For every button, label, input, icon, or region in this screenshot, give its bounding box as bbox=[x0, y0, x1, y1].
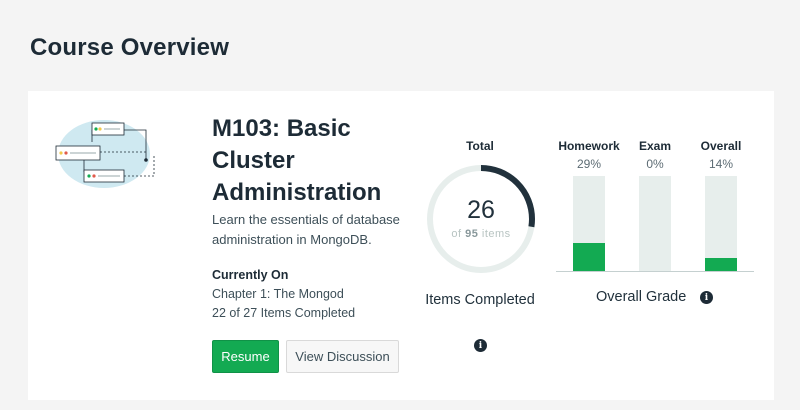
items-of-total: of 95 items bbox=[425, 228, 537, 240]
page-title: Course Overview bbox=[30, 34, 230, 61]
of-suffix: items bbox=[481, 228, 511, 240]
info-icon[interactable]: i bbox=[474, 339, 487, 352]
grade-fill-overall bbox=[705, 257, 737, 271]
overall-grade-caption: Overall Grade bbox=[596, 289, 687, 305]
currently-on-heading: Currently On bbox=[212, 268, 289, 282]
current-progress: 22 of 27 Items Completed bbox=[212, 306, 356, 320]
total-label: Total bbox=[466, 139, 494, 153]
grade-bar-overall bbox=[705, 176, 737, 271]
grade-bar-exam bbox=[639, 176, 671, 271]
current-chapter: Chapter 1: The Mongod bbox=[212, 287, 344, 301]
course-title: M103: Basic Cluster Administration bbox=[212, 115, 382, 206]
grade-label-homework: Homework bbox=[558, 139, 620, 153]
view-discussion-button[interactable]: View Discussion bbox=[286, 340, 399, 373]
of-prefix: of bbox=[451, 228, 462, 240]
items-count: 26 bbox=[467, 196, 495, 224]
grade-pct-exam: 0% bbox=[646, 157, 664, 171]
course-description: Learn the essentials of database adminis… bbox=[212, 212, 400, 247]
grade-bar-homework bbox=[573, 176, 605, 271]
grade-label-exam: Exam bbox=[638, 139, 672, 153]
total-items-count: 95 bbox=[465, 228, 479, 240]
cluster-diagram-illustration bbox=[55, 120, 155, 188]
grade-pct-homework: 29% bbox=[576, 157, 602, 171]
grade-pct-overall: 14% bbox=[708, 157, 734, 171]
grade-label-overall: Overall bbox=[700, 139, 742, 153]
grade-axis-line bbox=[556, 271, 754, 272]
grade-fill-homework bbox=[573, 243, 605, 271]
info-icon[interactable]: i bbox=[700, 291, 713, 304]
resume-button[interactable]: Resume bbox=[212, 340, 279, 373]
items-completed-caption: Items Completed bbox=[425, 292, 535, 308]
